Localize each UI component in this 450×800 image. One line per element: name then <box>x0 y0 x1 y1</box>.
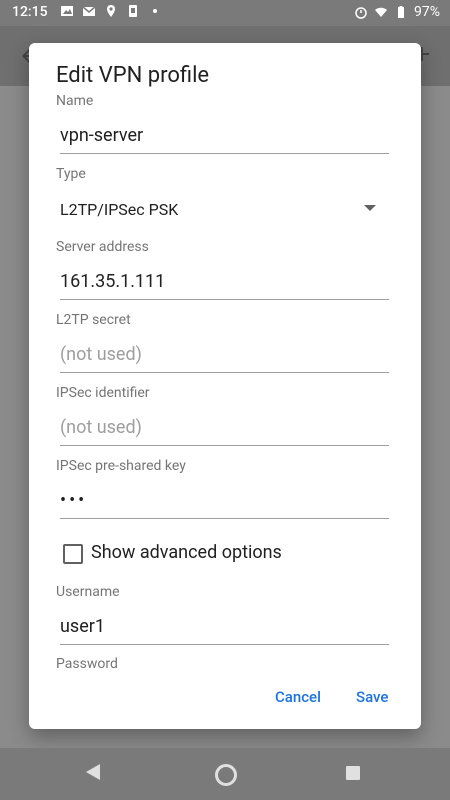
server-input[interactable]: 161.35.1.111 <box>60 265 389 299</box>
edit-vpn-dialog: Edit VPN profile Name vpn-server Type L2… <box>29 43 421 729</box>
name-label: Name <box>56 93 94 109</box>
username-label: Username <box>56 584 120 600</box>
ipsec-identifier-input[interactable]: (not used) <box>60 411 389 445</box>
alarm-icon <box>355 7 367 19</box>
dot-icon <box>153 9 157 13</box>
l2tp-secret-input[interactable]: (not used) <box>60 338 389 372</box>
gmail-icon <box>82 6 96 16</box>
notification-icons <box>60 4 162 18</box>
show-advanced-label: Show advanced options <box>91 542 282 563</box>
ipsec-psk-label: IPSec pre-shared key <box>56 458 186 474</box>
server-underline <box>60 299 389 300</box>
username-input[interactable]: user1 <box>60 610 389 644</box>
ipsec-identifier-label: IPSec identifier <box>56 385 150 401</box>
maps-icon <box>107 5 115 17</box>
ipsec-identifier-underline <box>60 445 389 446</box>
l2tp-secret-label: L2TP secret <box>56 312 131 328</box>
battery-icon <box>398 6 404 18</box>
name-underline <box>60 153 389 154</box>
dialog-title: Edit VPN profile <box>56 63 210 88</box>
l2tp-secret-underline <box>60 372 389 373</box>
ipsec-psk-underline <box>60 518 389 519</box>
system-icons: 97% <box>354 4 440 20</box>
sim-icon <box>129 5 137 17</box>
clock: 12:15 <box>12 4 48 20</box>
dropdown-arrow-icon <box>364 205 376 211</box>
navigation-bar <box>0 748 450 800</box>
show-advanced-checkbox[interactable] <box>63 544 83 564</box>
type-label: Type <box>56 166 86 182</box>
status-bar: 12:15 97% <box>0 0 450 26</box>
type-value: L2TP/IPSec PSK <box>60 200 179 219</box>
ipsec-psk-input[interactable]: ••• <box>60 484 389 518</box>
save-button[interactable]: Save <box>356 688 388 706</box>
battery-percent: 97% <box>414 4 440 20</box>
password-label: Password <box>56 656 118 668</box>
server-label: Server address <box>56 239 149 255</box>
cancel-button[interactable]: Cancel <box>275 688 321 706</box>
back-icon[interactable] <box>86 764 100 780</box>
image-icon <box>61 6 73 16</box>
username-underline <box>60 644 389 645</box>
wifi-icon <box>375 7 387 17</box>
name-input[interactable]: vpn-server <box>60 119 389 153</box>
recents-icon[interactable] <box>346 766 360 780</box>
home-icon[interactable] <box>215 764 237 786</box>
